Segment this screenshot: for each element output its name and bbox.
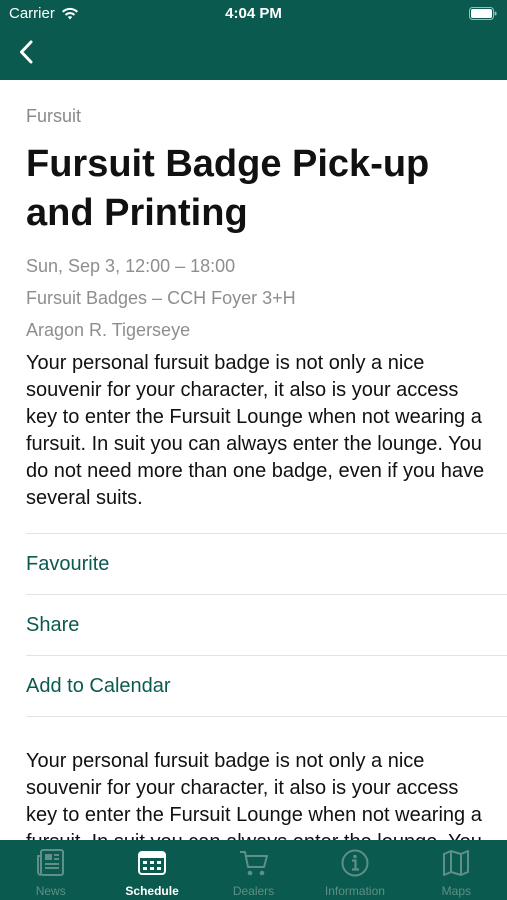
status-bar: Carrier 4:04 PM bbox=[0, 0, 507, 28]
tab-bar: News Schedule Dealers Information Maps bbox=[0, 840, 507, 900]
tab-dealers[interactable]: Dealers bbox=[203, 840, 304, 900]
event-content: Fursuit Fursuit Badge Pick-up and Printi… bbox=[0, 80, 507, 840]
tab-maps[interactable]: Maps bbox=[406, 840, 507, 900]
tab-schedule-label: Schedule bbox=[125, 884, 179, 898]
tab-information[interactable]: Information bbox=[304, 840, 405, 900]
favourite-button[interactable]: Favourite bbox=[0, 534, 507, 594]
event-room: Fursuit Badges – CCH Foyer 3+H bbox=[26, 288, 296, 308]
battery-icon bbox=[469, 7, 497, 24]
add-to-calendar-button[interactable]: Add to Calendar bbox=[0, 656, 507, 716]
tab-dealers-label: Dealers bbox=[232, 884, 275, 898]
tab-schedule[interactable]: Schedule bbox=[101, 840, 202, 900]
tab-news[interactable]: News bbox=[0, 840, 101, 900]
back-button[interactable] bbox=[10, 34, 42, 70]
tab-information-label: Information bbox=[324, 884, 385, 898]
divider bbox=[26, 716, 507, 717]
cart-icon bbox=[239, 851, 268, 876]
event-actions: Favourite Share Add to Calendar bbox=[0, 533, 507, 717]
status-time: 4:04 PM bbox=[225, 5, 282, 22]
tab-maps-label: Maps bbox=[441, 884, 471, 898]
event-category: Fursuit bbox=[26, 106, 82, 126]
page-title: Fursuit Badge Pick-up and Printing bbox=[26, 143, 430, 234]
info-icon bbox=[341, 849, 369, 877]
event-date: Sun, Sep 3, 12:00 – 18:00 bbox=[26, 256, 236, 276]
event-detail-screen: Carrier 4:04 PM Fursuit Fursuit Badge Pi… bbox=[0, 0, 507, 900]
share-button[interactable]: Share bbox=[0, 595, 507, 655]
map-icon bbox=[443, 850, 470, 876]
newspaper-icon bbox=[36, 849, 64, 876]
tab-news-label: News bbox=[35, 884, 66, 898]
calendar-icon bbox=[138, 851, 167, 875]
chevron-left-icon bbox=[20, 40, 33, 64]
event-description-repeat: Your personal fursuit badge is not only … bbox=[26, 750, 482, 840]
top-bar: Carrier 4:04 PM bbox=[0, 0, 507, 80]
event-host: Aragon R. Tigerseye bbox=[26, 320, 191, 340]
event-description: Your personal fursuit badge is not only … bbox=[26, 352, 485, 509]
